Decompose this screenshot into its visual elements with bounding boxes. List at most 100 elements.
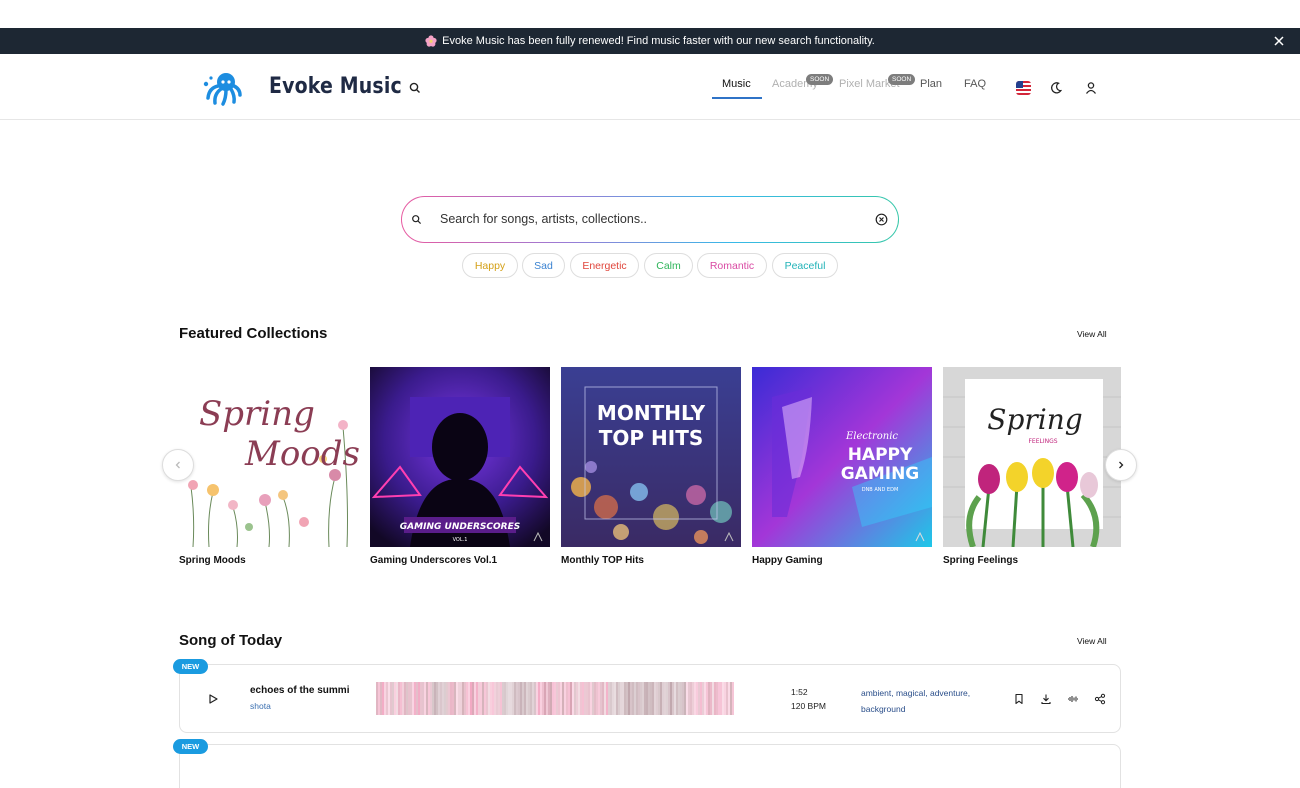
waveform-bar (416, 682, 418, 715)
waveform-bar (626, 682, 628, 715)
song-tags[interactable]: ambient, magical, adventure, background (861, 685, 996, 717)
stems-icon[interactable] (1067, 693, 1079, 705)
waveform-bar (568, 682, 570, 715)
featured-view-all-link[interactable]: View All (1077, 329, 1107, 339)
nav-music[interactable]: Music (722, 78, 751, 90)
waveform-bar (438, 682, 440, 715)
search-icon[interactable] (411, 214, 422, 225)
new-badge: NEW (173, 659, 208, 674)
waveform-bar (726, 682, 728, 715)
mood-happy[interactable]: Happy (462, 253, 518, 278)
waveform-bar (402, 682, 404, 715)
mood-peaceful[interactable]: Peaceful (772, 253, 838, 278)
song-row[interactable] (179, 744, 1121, 788)
mood-romantic[interactable]: Romantic (697, 253, 767, 278)
spring-feelings-artwork: Spring FEELINGS (943, 367, 1121, 547)
collection-title[interactable]: Happy Gaming (752, 555, 932, 566)
waveform-bar (526, 682, 528, 715)
waveform-bar (694, 682, 696, 715)
waveform-bar (424, 682, 426, 715)
collection-cover[interactable]: MONTHLY TOP HITS (561, 367, 741, 547)
waveform-bar (520, 682, 522, 715)
user-icon[interactable] (1084, 81, 1098, 95)
collection-card[interactable]: GAMING UNDERSCORES VOL.1 Gaming Undersco… (370, 367, 550, 566)
close-icon[interactable] (1272, 34, 1286, 48)
collection-cover[interactable]: GAMING UNDERSCORES VOL.1 (370, 367, 550, 547)
search-input[interactable] (440, 205, 860, 233)
waveform-bar (610, 682, 612, 715)
song-of-today-title: Song of Today (179, 632, 283, 649)
collection-title[interactable]: Gaming Underscores Vol.1 (370, 555, 550, 566)
waveform-bar (690, 682, 692, 715)
collection-card[interactable]: Electronic HAPPY GAMING DNB AND EDM Happ… (752, 367, 932, 566)
clear-icon[interactable] (875, 213, 888, 226)
waveform-bar (404, 682, 406, 715)
waveform-bar (656, 682, 658, 715)
waveform-bar (628, 682, 630, 715)
waveform-bar (430, 682, 432, 715)
collection-title[interactable]: Spring Feelings (943, 555, 1121, 566)
cover-title-line-2: Moods (244, 434, 359, 474)
waveform-bar (500, 682, 502, 715)
collection-card[interactable]: Spring Moods Spring Moods (179, 367, 359, 566)
song-artist[interactable]: shota (250, 701, 271, 711)
waveform-bar (410, 682, 412, 715)
waveform-bar (444, 682, 446, 715)
collection-card[interactable]: Spring FEELINGS Spring Feelings (943, 367, 1121, 566)
song-row[interactable]: echoes of the summi shota 1:52 120 BPM a… (179, 664, 1121, 733)
waveform-bar (452, 682, 454, 715)
collection-card[interactable]: MONTHLY TOP HITS Monthly TOP Hits (561, 367, 741, 566)
bookmark-icon[interactable] (1013, 693, 1025, 705)
chevron-left-icon (175, 461, 180, 469)
waveform-bar (470, 682, 472, 715)
mood-energetic[interactable]: Energetic (570, 253, 639, 278)
waveform-bar (576, 682, 578, 715)
collection-title[interactable]: Spring Moods (179, 555, 359, 566)
moon-icon[interactable] (1049, 81, 1063, 95)
share-icon[interactable] (1094, 693, 1106, 705)
waveform-bar (482, 682, 484, 715)
song-view-all-link[interactable]: View All (1077, 636, 1107, 646)
mood-sad[interactable]: Sad (522, 253, 565, 278)
collection-cover[interactable]: Spring Moods (179, 367, 359, 547)
waveform-bar (502, 682, 504, 715)
cover-title-line-1: Electronic (845, 431, 898, 442)
waveform-bar (532, 682, 534, 715)
waveform-bar (564, 682, 566, 715)
carousel-next-button[interactable] (1105, 449, 1137, 481)
announcement-text: Evoke Music has been fully renewed! Find… (442, 35, 875, 47)
waveform-bar (418, 682, 420, 715)
waveform-bar (730, 682, 732, 715)
brand-name[interactable]: Evoke Music (269, 74, 402, 99)
download-icon[interactable] (1040, 693, 1052, 705)
waveform-bar (604, 682, 606, 715)
waveform-bar (428, 682, 430, 715)
waveform-bar (486, 682, 488, 715)
waveform-bar (654, 682, 656, 715)
us-flag-icon[interactable] (1016, 81, 1031, 95)
waveform-bar (504, 682, 506, 715)
collection-title[interactable]: Monthly TOP Hits (561, 555, 741, 566)
spring-moods-artwork: Spring Moods (179, 367, 359, 547)
song-name[interactable]: echoes of the summi (250, 685, 360, 696)
waveform-bar (648, 682, 650, 715)
waveform-bar (720, 682, 722, 715)
nav-plan[interactable]: Plan (920, 78, 942, 90)
carousel-prev-button[interactable] (162, 449, 194, 481)
search-icon[interactable] (408, 81, 422, 95)
waveform[interactable] (376, 682, 734, 715)
waveform-bar (616, 682, 618, 715)
waveform-bar (442, 682, 444, 715)
waveform-bar (632, 682, 634, 715)
waveform-bar (536, 682, 538, 715)
waveform-bar (528, 682, 530, 715)
waveform-bar (558, 682, 560, 715)
collection-cover[interactable]: Spring FEELINGS (943, 367, 1121, 547)
nav-faq[interactable]: FAQ (964, 78, 986, 90)
waveform-bar (550, 682, 552, 715)
play-icon[interactable] (207, 693, 219, 705)
collection-cover[interactable]: Electronic HAPPY GAMING DNB AND EDM (752, 367, 932, 547)
octopus-logo-icon[interactable] (202, 70, 242, 106)
waveform-bar (676, 682, 678, 715)
mood-calm[interactable]: Calm (644, 253, 693, 278)
